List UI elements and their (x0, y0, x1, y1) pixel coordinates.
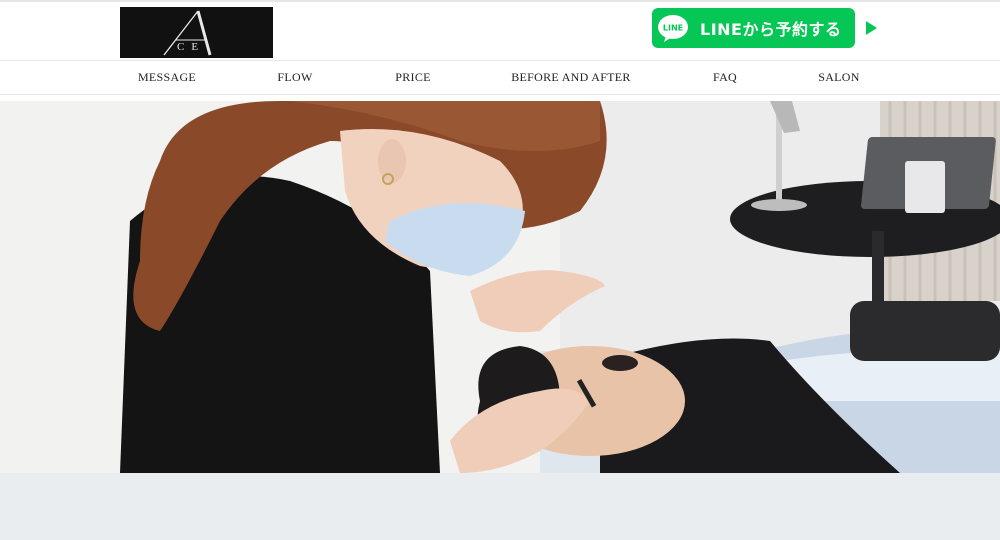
nav-item-before-and-after[interactable]: BEFORE AND AFTER (511, 70, 631, 85)
line-icon: LINE (656, 14, 690, 42)
main-navigation: MESSAGE FLOW PRICE BEFORE AND AFTER FAQ … (0, 60, 1000, 95)
play-arrow-icon[interactable] (866, 21, 877, 35)
hero-photo-illustration (0, 101, 1000, 473)
logo[interactable]: CE (120, 7, 273, 58)
hero-image (0, 101, 1000, 473)
line-icon-text: LINE (663, 24, 683, 33)
logo-subtext: CE (177, 41, 206, 53)
nav-item-faq[interactable]: FAQ (713, 70, 737, 85)
section-band (0, 473, 1000, 540)
site-header: CE LINE LINEから予約する (0, 0, 1000, 60)
nav-item-salon[interactable]: SALON (818, 70, 860, 85)
nav-item-price[interactable]: PRICE (395, 70, 431, 85)
line-reserve-button-label: LINEから予約する (700, 20, 842, 39)
nav-item-message[interactable]: MESSAGE (138, 70, 196, 85)
nav-item-flow[interactable]: FLOW (277, 70, 312, 85)
line-reserve-button[interactable]: LINE LINEから予約する (652, 8, 855, 48)
